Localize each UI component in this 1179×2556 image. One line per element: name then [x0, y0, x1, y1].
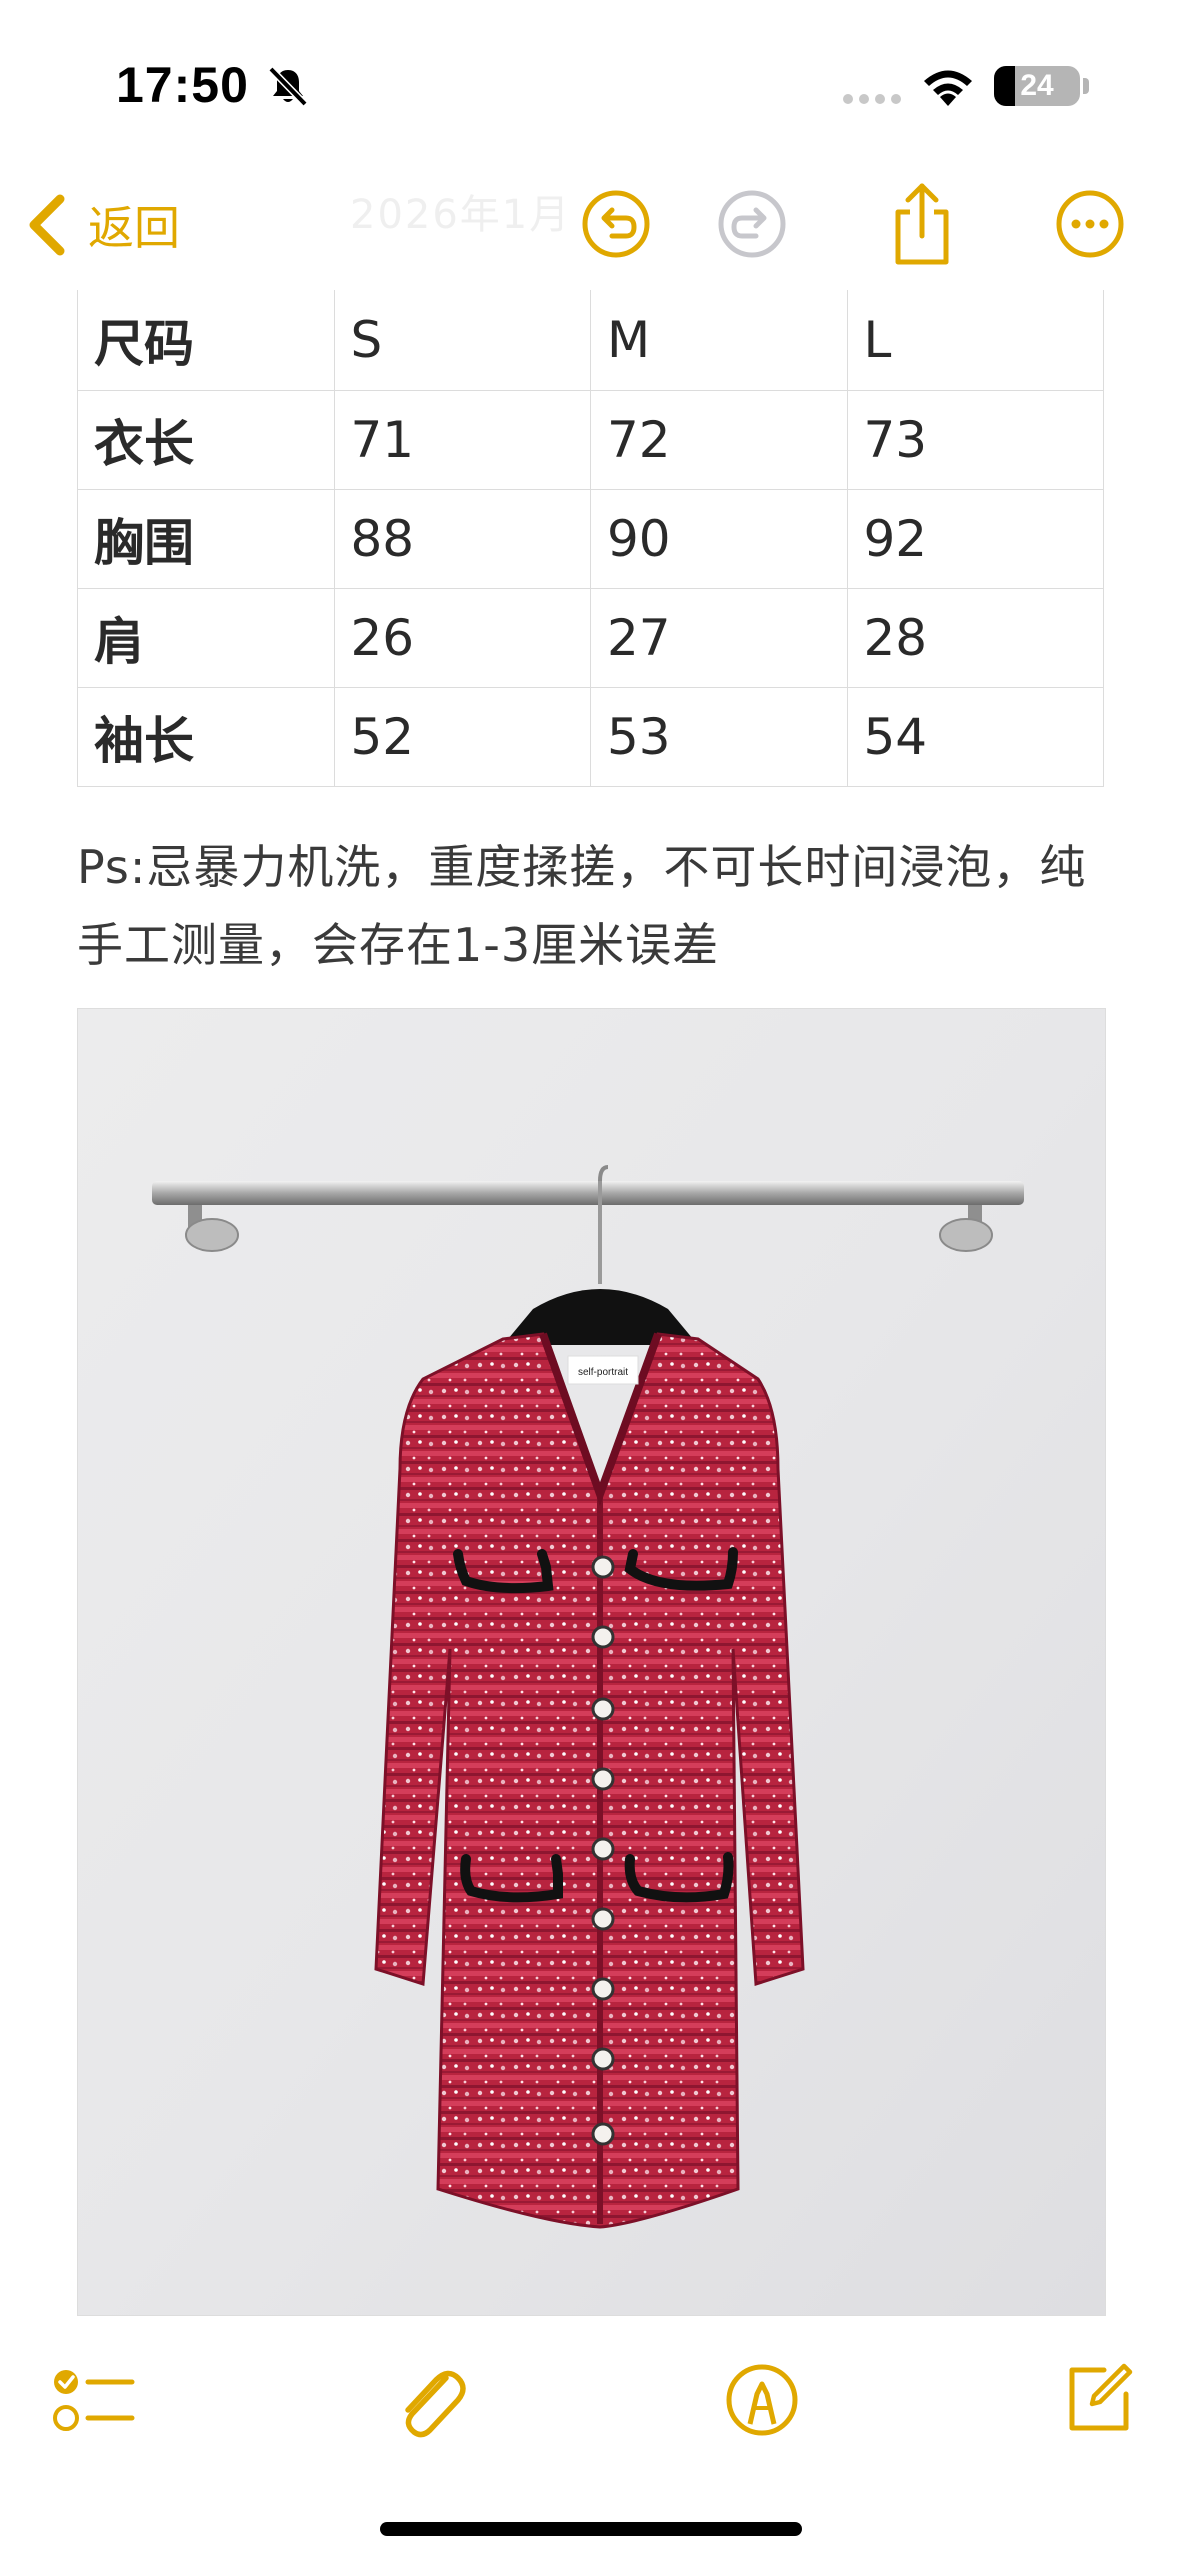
table-row: 袖长 52 53 54 [77, 686, 1104, 787]
markup-pen-icon[interactable] [722, 2360, 802, 2440]
table-cell: 88 [333, 488, 591, 589]
back-button[interactable]: 返回 [24, 190, 180, 260]
table-cell: 92 [846, 488, 1104, 589]
table-cell: S [333, 290, 591, 391]
table-cell: 26 [333, 587, 591, 688]
row-header-cell: 肩 [77, 587, 335, 688]
more-icon[interactable] [1054, 188, 1126, 260]
table-row: 尺码 S M L [77, 290, 1104, 391]
share-icon[interactable] [886, 178, 958, 268]
note-date: 2026年1月 [350, 192, 572, 238]
battery-level: 24 [1020, 69, 1054, 102]
table-cell: M [590, 290, 848, 391]
table-cell: 73 [846, 389, 1104, 490]
chevron-left-icon [29, 194, 65, 256]
table-cell: 72 [590, 389, 848, 490]
table-row: 胸围 88 90 92 [77, 488, 1104, 589]
battery-icon: 24 [994, 66, 1080, 106]
table-cell: L [846, 290, 1104, 391]
table-cell: 27 [590, 587, 848, 688]
table-cell: 28 [846, 587, 1104, 688]
battery-cap [1083, 78, 1089, 94]
table-row: 衣长 71 72 73 [77, 389, 1104, 490]
table-cell: 90 [590, 488, 848, 589]
redo-icon[interactable] [716, 188, 788, 260]
table-cell: 53 [590, 686, 848, 787]
undo-icon[interactable] [580, 188, 652, 260]
home-indicator[interactable] [380, 2522, 802, 2536]
size-table: 尺码 S M L 衣长 71 72 73 胸围 88 90 92 肩 26 27 28 袖长 52 53 54 [77, 290, 1104, 787]
checklist-icon[interactable] [52, 2360, 136, 2440]
table-cell: 71 [333, 389, 591, 490]
compose-icon[interactable] [1058, 2356, 1138, 2436]
row-header-cell: 袖长 [77, 686, 335, 787]
bottom-toolbar [0, 2316, 1179, 2556]
brand-label: self-portrait [578, 1367, 628, 1378]
status-time: 17:50 [116, 57, 249, 113]
row-header-cell: 衣长 [77, 389, 335, 490]
nav-bar: 返回 2026年1月 [0, 160, 1179, 290]
status-bar: 17:50 24 [0, 0, 1179, 160]
product-photo-drawing: self-portrait [78, 1009, 1105, 2315]
table-cell: 52 [333, 686, 591, 787]
wifi-icon [924, 70, 972, 106]
table-row: 肩 26 27 28 [77, 587, 1104, 688]
cellular-signal-icon [843, 94, 901, 104]
row-header-cell: 尺码 [77, 290, 335, 391]
table-cell: 54 [846, 686, 1104, 787]
bell-slash-icon [268, 66, 308, 107]
row-header-cell: 胸围 [77, 488, 335, 589]
back-label: 返回 [88, 201, 180, 255]
note-paragraph: Ps:忌暴力机洗，重度揉搓，不可长时间浸泡，纯手工测量，会存在1-3厘米误差 [77, 840, 1087, 972]
paperclip-icon[interactable] [390, 2360, 470, 2440]
product-photo[interactable]: self-portrait [77, 1008, 1106, 2316]
